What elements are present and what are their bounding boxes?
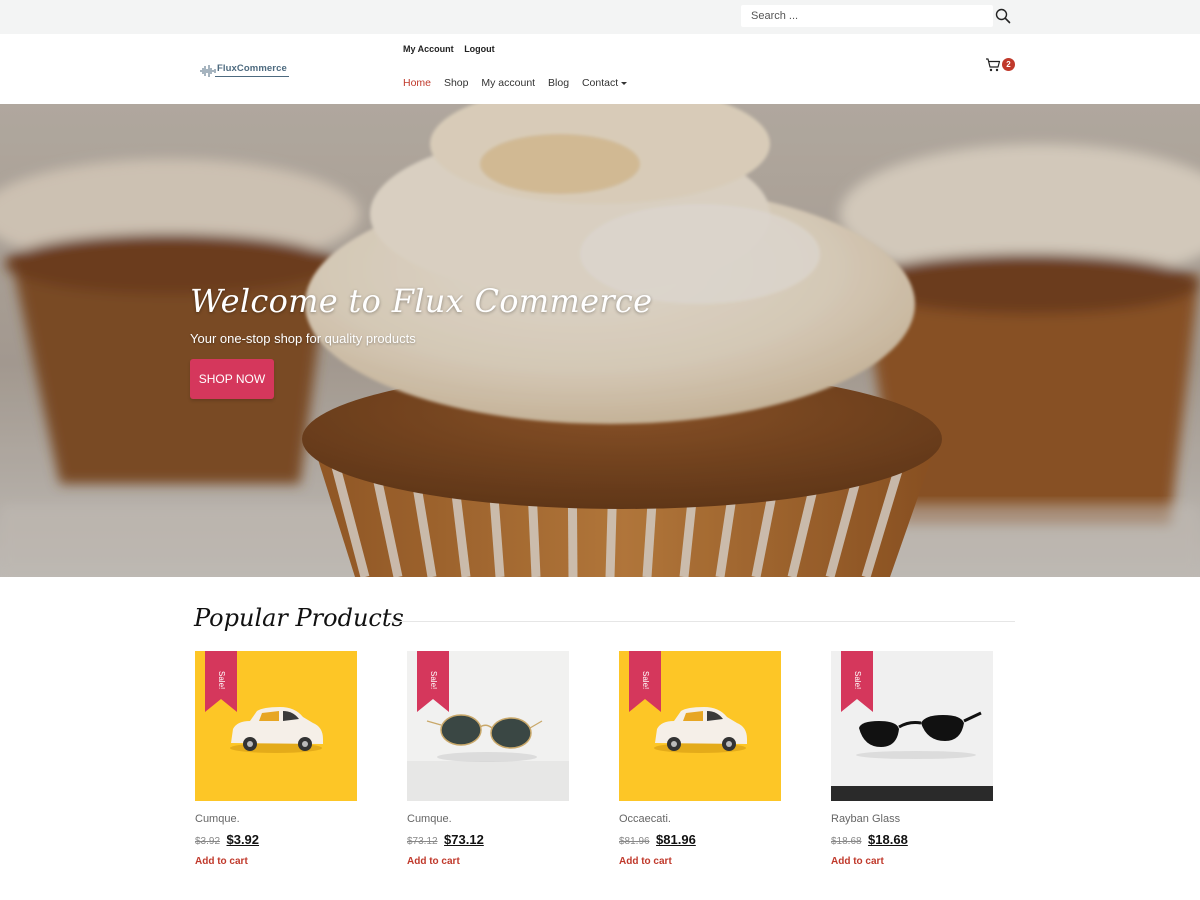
old-price: $73.12 xyxy=(407,836,438,847)
cart-count-badge: 2 xyxy=(1002,58,1015,71)
product-image-toy-car[interactable]: Sale! xyxy=(619,651,781,801)
product-price: $81.96 $81.96 xyxy=(619,831,696,849)
site-header: FluxCommerce My Account Logout Home Shop… xyxy=(0,34,1200,104)
sale-badge: Sale! xyxy=(217,670,226,690)
nav-home[interactable]: Home xyxy=(403,77,431,89)
logout-link[interactable]: Logout xyxy=(464,44,495,54)
sale-price: $18.68 xyxy=(868,832,908,847)
product-price: $73.12 $73.12 xyxy=(407,831,484,849)
chevron-down-icon xyxy=(621,81,628,85)
logo-underline xyxy=(215,76,289,77)
product-card: Sale! Occaecati. $81.96 $81.96 Add to ca… xyxy=(619,651,781,881)
nav-my-account[interactable]: My account xyxy=(481,77,535,89)
search-input[interactable] xyxy=(741,5,993,27)
sale-price: $73.12 xyxy=(444,832,484,847)
hero-title: Welcome to Flux Commerce xyxy=(190,282,653,320)
account-links: My Account Logout xyxy=(403,44,503,54)
search-icon[interactable] xyxy=(994,7,1012,25)
main-navigation: Home Shop My account Blog Contact xyxy=(403,77,637,89)
old-price: $81.96 xyxy=(619,836,650,847)
shopping-cart-icon xyxy=(986,58,1001,72)
shop-now-button[interactable]: SHOP NOW xyxy=(190,359,274,399)
add-to-cart-button[interactable]: Add to cart xyxy=(195,856,248,867)
my-account-link[interactable]: My Account xyxy=(403,44,454,54)
product-name[interactable]: Occaecati. xyxy=(619,813,671,825)
old-price: $18.68 xyxy=(831,836,862,847)
logo-text: FluxCommerce xyxy=(217,63,287,74)
product-card: Sale! Cumque. $3.92 $3.92 Add to cart xyxy=(195,651,357,881)
old-price: $3.92 xyxy=(195,836,221,847)
top-bar xyxy=(0,0,1200,34)
product-name[interactable]: Cumque. xyxy=(407,813,452,825)
sale-badge: Sale! xyxy=(853,670,862,690)
sound-wave-icon xyxy=(200,65,216,77)
product-name[interactable]: Rayban Glass xyxy=(831,813,900,825)
product-card: Sale! Cumque. $73.12 $73.12 Add to cart xyxy=(407,651,569,881)
product-price: $18.68 $18.68 xyxy=(831,831,908,849)
site-logo[interactable]: FluxCommerce xyxy=(200,60,292,82)
add-to-cart-button[interactable]: Add to cart xyxy=(619,856,672,867)
hero-banner: Welcome to Flux Commerce Your one-stop s… xyxy=(0,104,1200,577)
popular-products-heading: Popular Products xyxy=(194,604,404,632)
cupcake-hero-image xyxy=(0,104,1200,577)
product-image-round-sunglasses[interactable]: Sale! xyxy=(407,651,569,801)
sale-price: $3.92 xyxy=(226,832,260,847)
product-image-toy-car[interactable]: Sale! xyxy=(195,651,357,801)
product-image-black-sunglasses[interactable]: Sale! xyxy=(831,651,993,801)
add-to-cart-button[interactable]: Add to cart xyxy=(831,856,884,867)
section-divider xyxy=(390,621,1015,622)
hero-subtitle: Your one-stop shop for quality products xyxy=(190,331,416,346)
sale-price: $81.96 xyxy=(656,832,696,847)
nav-blog[interactable]: Blog xyxy=(548,77,569,89)
sale-badge: Sale! xyxy=(429,670,438,690)
nav-contact[interactable]: Contact xyxy=(581,77,628,89)
product-card: Sale! Rayban Glass $18.68 $18.68 Add to … xyxy=(831,651,993,881)
nav-shop[interactable]: Shop xyxy=(444,77,469,89)
nav-contact-label: Contact xyxy=(581,77,619,89)
cart-button[interactable]: 2 xyxy=(985,57,1017,75)
product-name[interactable]: Cumque. xyxy=(195,813,240,825)
product-price: $3.92 $3.92 xyxy=(195,831,259,849)
sale-badge: Sale! xyxy=(641,670,650,690)
add-to-cart-button[interactable]: Add to cart xyxy=(407,856,460,867)
